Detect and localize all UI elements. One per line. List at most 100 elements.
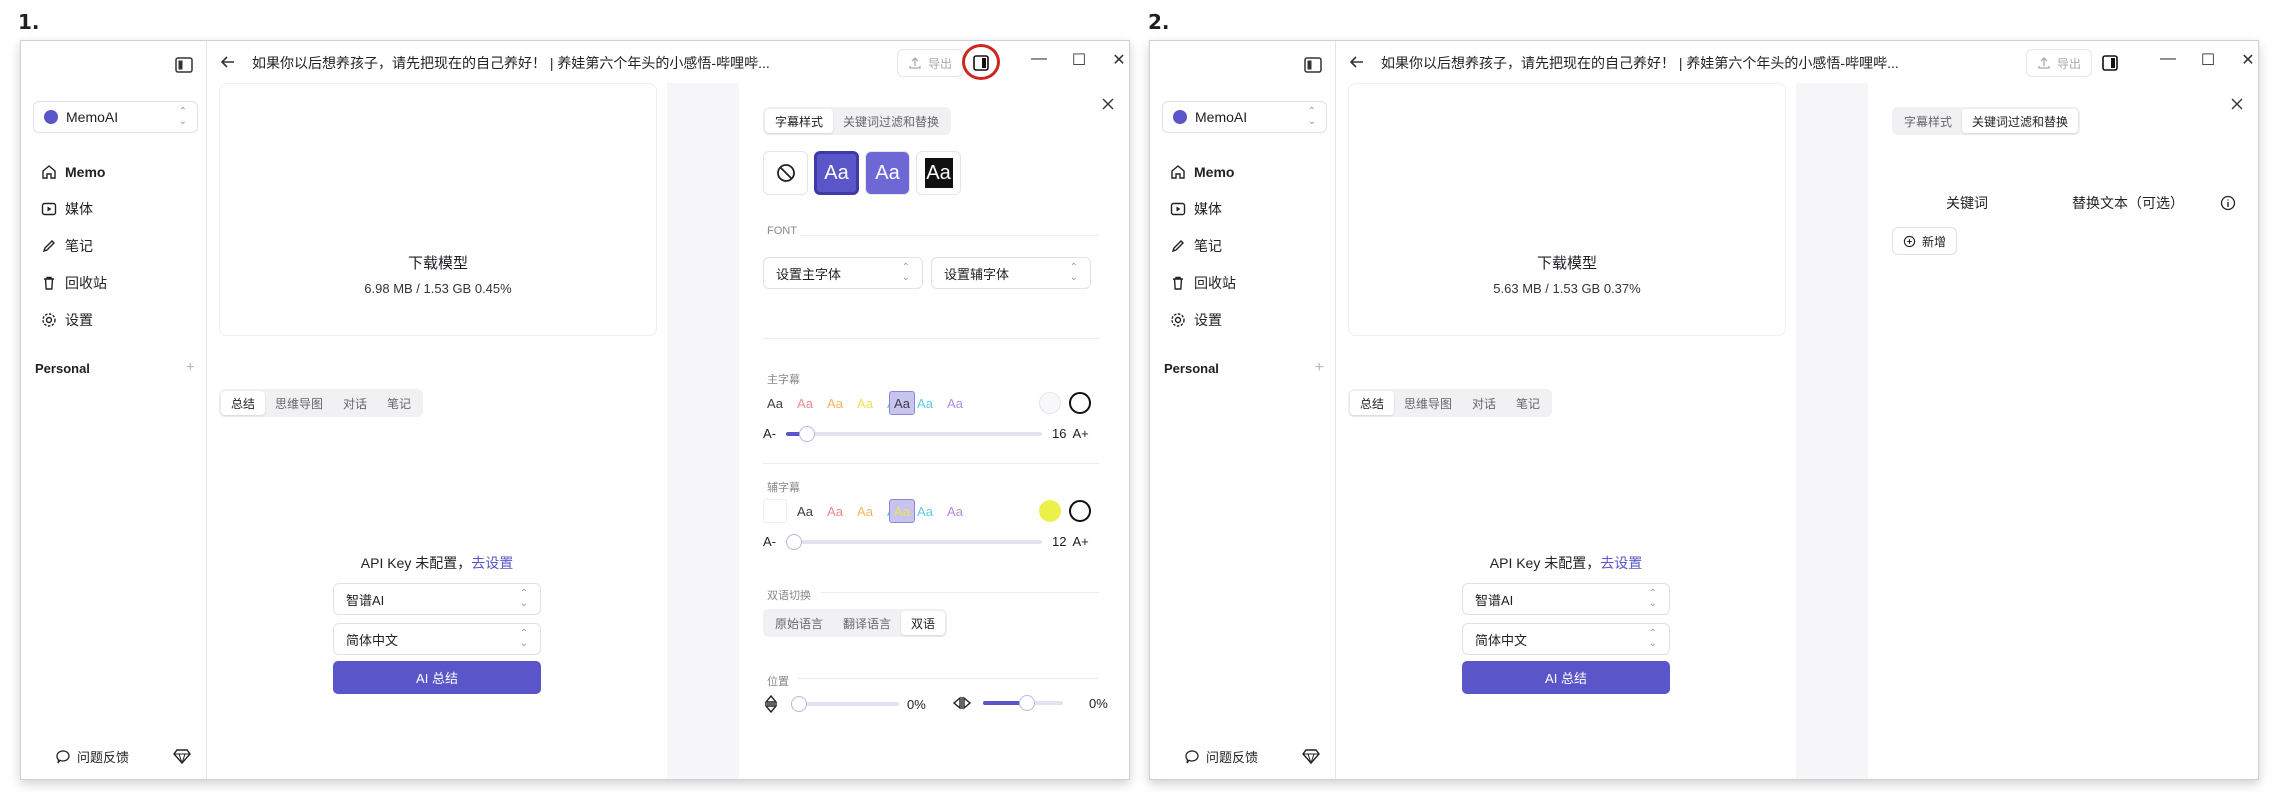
size-increase-label[interactable]: A+ [1072, 426, 1088, 441]
horizontal-position-track[interactable] [983, 695, 1063, 711]
diamond-icon[interactable] [1302, 747, 1320, 765]
tab-chat[interactable]: 对话 [1462, 391, 1506, 415]
main-bg-color-dot[interactable] [1039, 392, 1061, 414]
tab-summary[interactable]: 总结 [1350, 391, 1395, 415]
play-icon [41, 202, 57, 215]
swatch-main-0[interactable]: Aa [889, 391, 915, 415]
api-settings-link[interactable]: 去设置 [471, 555, 513, 571]
swatch-sub-2[interactable]: Aa [823, 499, 847, 523]
maximize-icon[interactable]: ☐ [2196, 50, 2220, 70]
main-font-select[interactable]: 设置主字体 ⌃ ⌄ [763, 257, 923, 289]
main-size-track[interactable] [786, 425, 1042, 442]
sub-size-knob[interactable] [786, 533, 802, 550]
tab-mindmap[interactable]: 思维导图 [1394, 391, 1462, 415]
add-icon[interactable]: + [1315, 359, 1324, 377]
swatch-sub-1[interactable]: Aa [793, 499, 817, 523]
ai-summary-button[interactable]: AI 总结 [1462, 661, 1670, 694]
minimize-icon[interactable]: — [1027, 50, 1051, 68]
model-select[interactable]: 智谱AI ⌃ ⌄ [1462, 583, 1670, 615]
swatch-main-2[interactable]: Aa [793, 391, 817, 415]
export-button[interactable]: 导出 [2026, 49, 2093, 77]
language-select[interactable]: 简体中文 ⌃ ⌄ [333, 623, 541, 655]
size-decrease-label[interactable]: A- [763, 426, 776, 441]
swatch-main-3[interactable]: Aa [823, 391, 847, 415]
swatch-sub-7[interactable]: Aa [943, 499, 967, 523]
sidebar-item-notes[interactable]: 笔记 [1170, 227, 1320, 264]
preset-none[interactable] [763, 151, 808, 195]
horizontal-position-knob[interactable] [1019, 695, 1035, 711]
sidebar-item-memo[interactable]: Memo [41, 153, 191, 190]
close-icon[interactable] [1101, 97, 1115, 111]
swatch-main-6[interactable]: Aa [913, 391, 937, 415]
swatch-main-4[interactable]: Aa [853, 391, 877, 415]
horizontal-position-slider[interactable]: 0% [953, 695, 1108, 711]
preset-dark[interactable]: Aa [916, 151, 961, 195]
add-keyword-button[interactable]: 新增 [1892, 227, 1958, 255]
tab-bilingual[interactable]: 双语 [901, 611, 946, 635]
back-arrow-icon[interactable] [1348, 53, 1366, 71]
sub-outline-color-dot[interactable] [1069, 500, 1091, 522]
tab-summary[interactable]: 总结 [221, 391, 266, 415]
swatch-sub-6[interactable]: Aa [913, 499, 937, 523]
swatch-sub-4[interactable]: Aa [889, 499, 915, 523]
vertical-position-knob[interactable] [791, 696, 807, 712]
sidebar-item-settings[interactable]: 设置 [41, 301, 191, 338]
swatch-main-7[interactable]: Aa [943, 391, 967, 415]
vertical-position-slider[interactable]: 0% [763, 695, 926, 713]
tab-subtitle-style[interactable]: 字幕样式 [765, 109, 834, 133]
sub-text-color-dot[interactable] [1039, 500, 1061, 522]
tab-keyword-filter[interactable]: 关键词过滤和替换 [1962, 109, 2079, 133]
close-icon[interactable] [2230, 97, 2244, 111]
preset-outline[interactable]: Aa [865, 151, 910, 195]
size-increase-label[interactable]: A+ [1072, 534, 1088, 549]
tab-original-language[interactable]: 原始语言 [765, 611, 833, 635]
tab-translated-language[interactable]: 翻译语言 [833, 611, 901, 635]
panel-toggle-icon[interactable] [2101, 54, 2119, 72]
main-size-knob[interactable] [799, 425, 815, 442]
sub-size-track[interactable] [786, 533, 1042, 550]
tab-keyword-filter[interactable]: 关键词过滤和替换 [833, 109, 949, 133]
sidebar-item-trash[interactable]: 回收站 [41, 264, 191, 301]
workspace-select[interactable]: MemoAI ⌃ ⌄ [33, 101, 198, 133]
api-settings-link[interactable]: 去设置 [1600, 555, 1642, 571]
sidebar-item-media[interactable]: 媒体 [1170, 190, 1320, 227]
back-arrow-icon[interactable] [219, 53, 237, 71]
maximize-icon[interactable]: ☐ [1067, 50, 1091, 70]
sidebar-item-settings[interactable]: 设置 [1170, 301, 1320, 338]
sub-font-select[interactable]: 设置辅字体 ⌃ ⌄ [931, 257, 1091, 289]
tab-mindmap[interactable]: 思维导图 [265, 391, 333, 415]
model-select[interactable]: 智谱AI ⌃ ⌄ [333, 583, 541, 615]
ai-summary-button[interactable]: AI 总结 [333, 661, 541, 694]
swatch-main-1[interactable]: Aa [763, 391, 787, 415]
close-window-icon[interactable]: ✕ [1107, 50, 1129, 70]
sub-size-slider[interactable]: A- 12 A+ [763, 533, 1089, 550]
language-select[interactable]: 简体中文 ⌃ ⌄ [1462, 623, 1670, 655]
sidebar-item-media[interactable]: 媒体 [41, 190, 191, 227]
add-icon[interactable]: + [186, 359, 195, 377]
feedback-link[interactable]: 问题反馈 [1184, 747, 1258, 766]
tab-chat[interactable]: 对话 [333, 391, 377, 415]
export-button[interactable]: 导出 [897, 49, 964, 77]
workspace-select[interactable]: MemoAI ⌃ ⌄ [1162, 101, 1327, 133]
main-outline-color-dot[interactable] [1069, 392, 1091, 414]
chevron-updown-icon: ⌃ ⌄ [1648, 628, 1657, 649]
minimize-icon[interactable]: — [2156, 50, 2180, 68]
size-decrease-label[interactable]: A- [763, 534, 776, 549]
swatch-sub-0[interactable] [763, 499, 787, 523]
close-window-icon[interactable]: ✕ [2236, 50, 2258, 70]
sidebar-item-trash[interactable]: 回收站 [1170, 264, 1320, 301]
sidebar-item-memo[interactable]: Memo [1170, 153, 1320, 190]
vertical-position-track[interactable] [791, 696, 899, 712]
sidebar-item-notes[interactable]: 笔记 [41, 227, 191, 264]
swatch-sub-3[interactable]: Aa [853, 499, 877, 523]
feedback-link[interactable]: 问题反馈 [55, 747, 129, 766]
tab-notes[interactable]: 笔记 [1506, 391, 1550, 415]
main-size-slider[interactable]: A- 16 A+ [763, 425, 1089, 442]
tab-subtitle-style[interactable]: 字幕样式 [1894, 109, 1962, 133]
sidebar-toggle-icon[interactable] [174, 55, 194, 75]
tab-notes[interactable]: 笔记 [377, 391, 421, 415]
diamond-icon[interactable] [173, 747, 191, 765]
preset-filled[interactable]: Aa [814, 151, 859, 195]
info-icon[interactable] [2220, 195, 2236, 211]
sidebar-toggle-icon[interactable] [1303, 55, 1323, 75]
